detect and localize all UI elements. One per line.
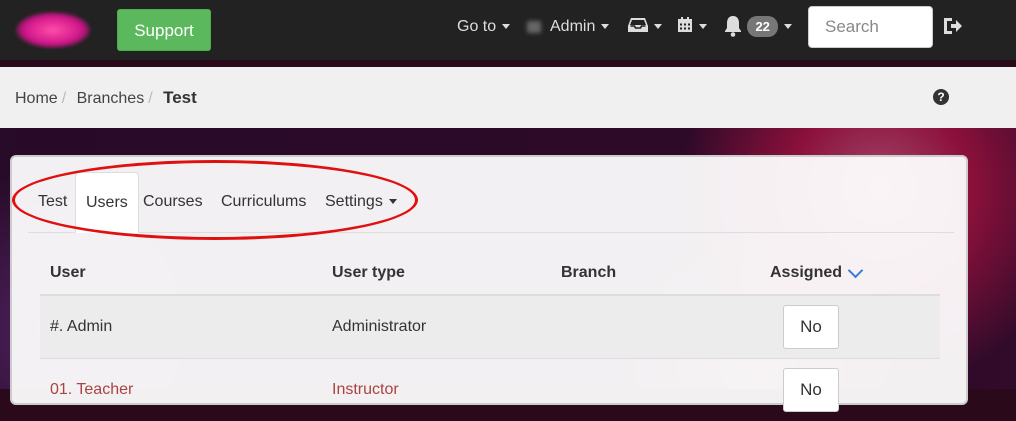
assigned-label: Assigned	[770, 264, 842, 281]
support-button[interactable]: Support	[117, 9, 211, 51]
user-type-cell: Instructor	[322, 359, 551, 421]
chevron-down-icon	[389, 199, 397, 204]
bell-icon	[723, 15, 743, 37]
notification-count-badge: 22	[747, 16, 777, 37]
logout-icon[interactable]	[942, 16, 962, 36]
inbox-menu[interactable]	[628, 17, 662, 39]
tab-users[interactable]: Users	[75, 172, 139, 233]
column-header-user-type[interactable]: User type	[322, 252, 551, 295]
breadcrumb-branches[interactable]: Branches	[77, 90, 145, 107]
tab-settings[interactable]: Settings	[315, 172, 407, 232]
assigned-toggle-button[interactable]: No	[783, 368, 839, 412]
breadcrumb-bar: Home/ Branches/ Test	[0, 67, 1016, 128]
table-row[interactable]: 01. Teacher Instructor No	[40, 359, 940, 421]
branch-panel: Test Users Courses Curriculums Settings …	[10, 155, 968, 405]
inbox-icon	[628, 17, 648, 33]
tab-bar: Test Users Courses Curriculums Settings	[28, 172, 954, 233]
users-table: User User type Branch Assigned #. Admin …	[40, 252, 940, 421]
tab-settings-label: Settings	[325, 193, 383, 210]
assigned-cell: No	[760, 359, 940, 421]
column-header-user[interactable]: User	[40, 252, 322, 295]
user-cell[interactable]: 01. Teacher	[40, 359, 322, 421]
branch-cell	[551, 295, 760, 359]
goto-label: Go to	[457, 18, 496, 35]
breadcrumb-current: Test	[163, 88, 197, 107]
tab-curriculums[interactable]: Curriculums	[211, 172, 316, 232]
chevron-down-icon	[784, 24, 792, 29]
chevron-down-icon	[654, 24, 662, 29]
user-name: Admin	[550, 18, 595, 35]
tab-test[interactable]: Test	[28, 172, 77, 232]
column-header-assigned[interactable]: Assigned	[760, 252, 940, 295]
breadcrumb-home[interactable]: Home	[15, 90, 58, 107]
chevron-down-icon	[502, 24, 510, 29]
column-header-branch[interactable]: Branch	[551, 252, 760, 295]
tab-courses[interactable]: Courses	[133, 172, 213, 232]
breadcrumb: Home/ Branches/ Test	[15, 88, 197, 108]
help-icon[interactable]: ?	[933, 89, 949, 105]
chevron-down-icon	[601, 24, 609, 29]
avatar	[527, 21, 541, 33]
user-cell: #. Admin	[40, 295, 322, 359]
assigned-cell: No	[760, 295, 940, 359]
calendar-icon	[677, 17, 693, 33]
chevron-down-icon	[699, 24, 707, 29]
goto-menu[interactable]: Go to	[457, 17, 510, 39]
user-type-cell: Administrator	[322, 295, 551, 359]
notifications-menu[interactable]: 22	[723, 15, 792, 37]
sort-desc-icon	[848, 263, 864, 279]
branch-cell	[551, 359, 760, 421]
calendar-menu[interactable]	[677, 17, 707, 39]
search-input[interactable]	[808, 6, 933, 48]
table-row[interactable]: #. Admin Administrator No	[40, 295, 940, 359]
user-menu[interactable]: Admin	[527, 17, 609, 39]
logo[interactable]	[16, 12, 90, 48]
assigned-toggle-button[interactable]: No	[783, 305, 839, 349]
top-navbar: Support Go to Admin 22	[0, 0, 1016, 60]
